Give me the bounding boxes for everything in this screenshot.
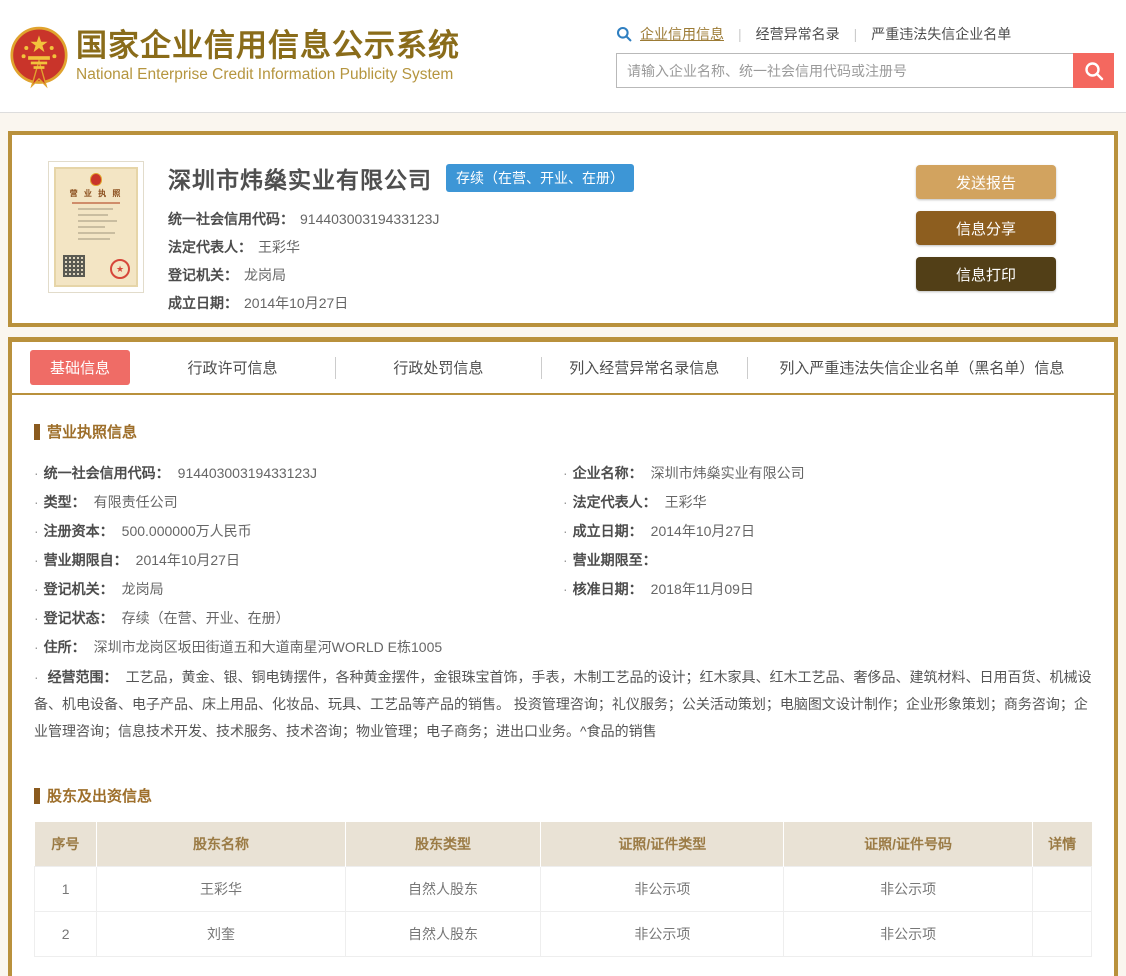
col-cert-number: 证照/证件号码 [783, 822, 1033, 866]
cell-type: 自然人股东 [344, 910, 542, 957]
table-row: 1 王彩华 自然人股东 非公示项 非公示项 [33, 865, 1093, 912]
cell-detail [1031, 865, 1093, 912]
nav-separator: | [853, 26, 858, 42]
cell-index: 1 [33, 865, 98, 912]
license-caption: 营 业 执 照 [69, 189, 123, 198]
nav-link-illegal-list[interactable]: 严重违法失信企业名单 [871, 24, 1011, 44]
field-status: 登记状态：存续（在营、开业、在册） [34, 603, 563, 632]
section-marker [34, 787, 40, 804]
site-title-en: National Enterprise Credit Information P… [76, 66, 454, 84]
tab-basic-info[interactable]: 基础信息 [30, 350, 131, 385]
table-row: 2 刘奎 自然人股东 非公示项 非公示项 [33, 910, 1093, 957]
search-icon [616, 26, 632, 42]
col-detail: 详情 [1032, 822, 1092, 866]
tab-bar: 基础信息 行政许可信息 行政处罚信息 列入经营异常名录信息 列入严重违法失信企业… [12, 342, 1114, 395]
page-header: 国家企业信用信息公示系统 National Enterprise Credit … [0, 0, 1126, 113]
business-scope-text: 工艺品，黄金、银、铜电铸摆件，各种黄金摆件，金银珠宝首饰，手表，木制工艺品的设计… [34, 669, 1092, 739]
summary-field-establish-date: 成立日期： 2014年10月27日 [168, 295, 349, 311]
nav-link-abnormal-list[interactable]: 经营异常名录 [756, 24, 840, 44]
license-fields: 统一社会信用代码：91440300319433123J 类型：有限责任公司 注册… [34, 458, 1092, 661]
license-emblem-icon [90, 173, 102, 186]
field-establish-date: 成立日期：2014年10月27日 [563, 516, 1092, 545]
license-red-seal-icon: ★ [110, 259, 130, 279]
national-emblem-icon [10, 26, 68, 89]
field-term-to: 营业期限至： [563, 545, 1092, 574]
status-badge: 存续（在营、开业、在册） [446, 164, 634, 192]
tab-admin-penalty[interactable]: 行政处罚信息 [336, 357, 541, 378]
license-qr-code [63, 255, 85, 277]
field-legal-rep: 法定代表人：王彩华 [563, 487, 1092, 516]
field-approval-date: 核准日期：2018年11月09日 [563, 574, 1092, 603]
field-registered-capital: 注册资本：500.000000万人民币 [34, 516, 563, 545]
col-cert-type: 证照/证件类型 [540, 822, 785, 866]
field-address: 住所：深圳市龙岗区坂田街道五和大道南星河WORLD E栋1005 [34, 632, 563, 661]
search-button[interactable] [1073, 53, 1114, 88]
tab-abnormal-list[interactable]: 列入经营异常名录信息 [542, 357, 747, 378]
info-share-button[interactable]: 信息分享 [916, 211, 1056, 245]
table-header-row: 序号 股东名称 股东类型 证照/证件类型 证照/证件号码 详情 [34, 822, 1092, 866]
cell-type: 自然人股东 [344, 865, 542, 912]
cell-cert-number: 非公示项 [783, 910, 1033, 957]
company-summary-card: 营 业 执 照 ★ 深圳市炜燊实业有限公司 存续（在营、开业、在册） 统一社会信… [8, 131, 1118, 327]
cell-cert-type: 非公示项 [540, 865, 785, 912]
logo: 国家企业信用信息公示系统 National Enterprise Credit … [8, 22, 460, 90]
field-type: 类型：有限责任公司 [34, 487, 563, 516]
company-name: 深圳市炜燊实业有限公司 [168, 167, 432, 193]
col-type: 股东类型 [345, 822, 542, 866]
col-name: 股东名称 [96, 822, 346, 866]
section-title-license-info: 营业执照信息 [34, 421, 1092, 442]
section-title-shareholders: 股东及出资信息 [34, 785, 1092, 806]
summary-field-legal-rep: 法定代表人： 王彩华 [168, 239, 300, 255]
info-print-button[interactable]: 信息打印 [916, 257, 1056, 291]
section-marker [34, 423, 40, 440]
nav-link-enterprise-credit[interactable]: 企业信用信息 [640, 24, 724, 44]
tab-blacklist[interactable]: 列入严重违法失信企业名单（黑名单）信息 [748, 357, 1096, 378]
cell-name: 刘奎 [96, 910, 346, 957]
shareholders-table: 序号 股东名称 股东类型 证照/证件类型 证照/证件号码 详情 1 王彩华 自然… [33, 822, 1093, 957]
cell-index: 2 [33, 910, 98, 957]
col-index: 序号 [34, 822, 98, 866]
field-credit-code: 统一社会信用代码：91440300319433123J [34, 458, 563, 487]
detail-card: 基础信息 行政许可信息 行政处罚信息 列入经营异常名录信息 列入严重违法失信企业… [8, 337, 1118, 976]
nav-separator: | [738, 26, 742, 42]
summary-field-credit-code: 统一社会信用代码： 91440300319433123J [168, 211, 440, 227]
cell-cert-number: 非公示项 [783, 865, 1033, 912]
search-input[interactable] [616, 53, 1073, 88]
field-term-from: 营业期限自：2014年10月27日 [34, 545, 563, 574]
field-business-scope: 经营范围：工艺品，黄金、银、铜电铸摆件，各种黄金摆件，金银珠宝首饰，手表，木制工… [34, 664, 1092, 745]
header-nav: 企业信用信息 | 经营异常名录 | 严重违法失信企业名单 [616, 24, 1114, 44]
search-icon [1084, 61, 1103, 80]
business-license-image[interactable]: 营 业 执 照 ★ [48, 161, 144, 293]
summary-field-registry: 登记机关： 龙岗局 [168, 267, 286, 283]
send-report-button[interactable]: 发送报告 [916, 165, 1056, 199]
cell-cert-type: 非公示项 [540, 910, 785, 957]
site-title-cn: 国家企业信用信息公示系统 [76, 27, 460, 63]
cell-detail [1031, 910, 1093, 957]
field-company-name: 企业名称：深圳市炜燊实业有限公司 [563, 458, 1092, 487]
cell-name: 王彩华 [96, 865, 346, 912]
field-registry: 登记机关：龙岗局 [34, 574, 563, 603]
tab-admin-license[interactable]: 行政许可信息 [130, 357, 335, 378]
